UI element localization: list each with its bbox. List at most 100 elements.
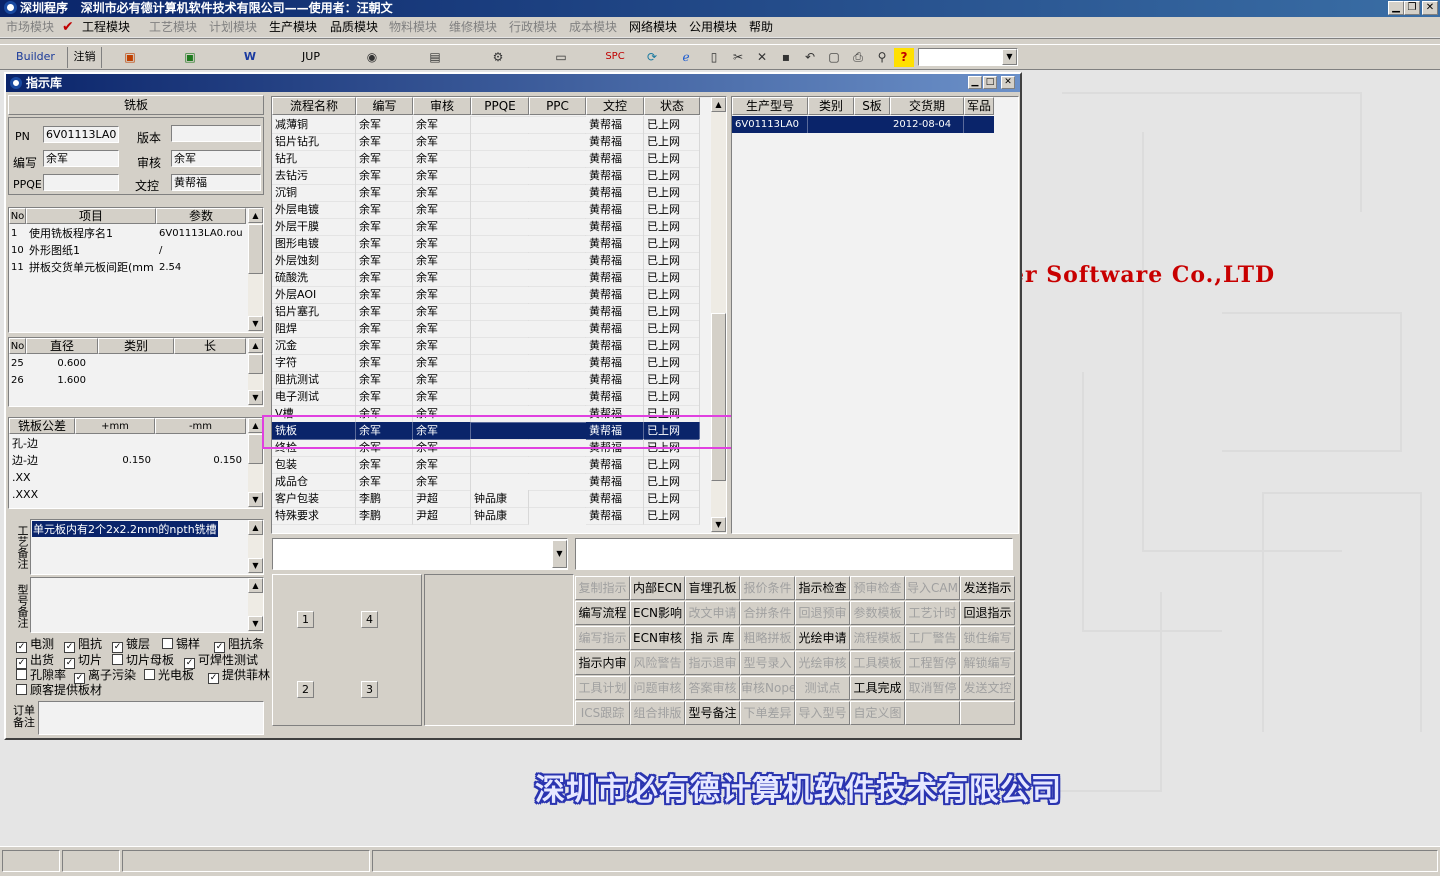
checkbox-3[interactable]: 锡样 — [162, 637, 200, 651]
model-row[interactable]: 6V01113LA0 2012-08-04 — [732, 116, 994, 133]
scroll-down-icon[interactable]: ▼ — [248, 616, 263, 631]
scroll-thumb[interactable] — [711, 313, 726, 481]
table-row[interactable]: 1 使用铣板程序名1 6V01113LA0.rou — [9, 225, 247, 242]
action-button-33[interactable]: 问题审核 — [630, 676, 685, 700]
process-row[interactable]: 成品仓 余军 余军 黄帮福 已上网 — [272, 473, 700, 491]
scroll-thumb[interactable] — [248, 434, 263, 464]
close-icon[interactable]: ✕ — [1422, 1, 1438, 15]
logout-button[interactable]: 注销 — [68, 47, 102, 68]
checkbox-13[interactable]: 顾客提供板材 — [16, 683, 102, 697]
action-button-5[interactable]: 预审检查 — [850, 576, 905, 600]
process-row[interactable]: 外层蚀刻 余军 余军 黄帮福 已上网 — [272, 252, 700, 270]
action-button-15[interactable]: 回退指示 — [960, 601, 1015, 625]
scroll-down-icon[interactable]: ▼ — [248, 316, 263, 331]
table-row[interactable]: 边-边 0.150 0.150 — [9, 452, 247, 469]
reviewer-field[interactable]: 余军 — [171, 150, 261, 167]
menu-market[interactable]: 市场模块 — [6, 17, 54, 37]
toolbar-combo[interactable]: ▼ — [918, 48, 1018, 66]
eye-icon[interactable]: ◉ — [362, 48, 382, 67]
printer-fax-icon[interactable]: ▭ — [551, 48, 571, 67]
checkbox-box[interactable] — [112, 654, 123, 665]
process-note-field[interactable]: 单元板内有2个2x2.2mm的npth铣槽 ▲ ▼ — [30, 519, 264, 575]
action-button-43[interactable]: 下单差异 — [740, 701, 795, 725]
action-button-16[interactable]: 编写指示 — [575, 626, 630, 650]
process-row[interactable]: 外层干膜 余军 余军 黄帮福 已上网 — [272, 218, 700, 236]
action-button-44[interactable]: 导入型号 — [795, 701, 850, 725]
action-button-39[interactable]: 发送文控 — [960, 676, 1015, 700]
action-button-22[interactable]: 工厂警告 — [905, 626, 960, 650]
layer-button-2[interactable]: 2 — [297, 681, 314, 698]
table-row[interactable]: 孔-边 — [9, 435, 247, 452]
checkbox-box[interactable] — [162, 638, 173, 649]
process-row[interactable]: 沉铜 余军 余军 黄帮福 已上网 — [272, 184, 700, 202]
chevron-down-icon[interactable]: ▼ — [1002, 49, 1017, 65]
scroll-up-icon[interactable]: ▲ — [248, 578, 263, 593]
checkbox-box[interactable] — [16, 669, 27, 680]
doc-field[interactable]: 黄帮福 — [171, 174, 261, 191]
scroll-down-icon[interactable]: ▼ — [248, 492, 263, 507]
scroll-down-icon[interactable]: ▼ — [248, 390, 263, 405]
checkbox-5[interactable]: ✓ 出货 — [16, 653, 54, 669]
action-button-37[interactable]: 工具完成 — [850, 676, 905, 700]
menu-production[interactable]: 生产模块 — [269, 17, 317, 37]
checkbox-box[interactable]: ✓ — [208, 673, 219, 684]
checkbox-box[interactable]: ✓ — [16, 642, 27, 653]
save-icon[interactable]: ▪ — [776, 48, 796, 67]
action-button-42[interactable]: 型号备注 — [685, 701, 740, 725]
action-button-27[interactable]: 型号录入 — [740, 651, 795, 675]
menu-material[interactable]: 物料模块 — [389, 17, 437, 37]
checkbox-7[interactable]: 切片母板 — [112, 653, 174, 667]
find-icon[interactable]: ⚲ — [872, 48, 892, 67]
action-button-21[interactable]: 流程模板 — [850, 626, 905, 650]
version-field[interactable] — [171, 125, 261, 142]
process-row[interactable]: 特殊要求 李鹏 尹超 钟品康 黄帮福 已上网 — [272, 507, 700, 525]
menu-process[interactable]: 工艺模块 — [149, 17, 197, 37]
editor-field[interactable]: 余军 — [43, 150, 119, 167]
menu-cost[interactable]: 成本模块 — [569, 17, 617, 37]
table-row[interactable]: .XX — [9, 469, 247, 486]
process-row[interactable]: 外层AOI 余军 余军 黄帮福 已上网 — [272, 286, 700, 304]
process-row[interactable]: 钻孔 余军 余军 黄帮福 已上网 — [272, 150, 700, 168]
action-button-36[interactable]: 测试点 — [795, 676, 850, 700]
word-icon[interactable]: W — [240, 48, 260, 67]
params-scrollbar[interactable]: ▲ ▼ — [248, 208, 263, 332]
layer-button-1[interactable]: 1 — [297, 611, 314, 628]
checkbox-2[interactable]: ✓ 镀层 — [112, 637, 150, 653]
process-row[interactable]: 沉金 余军 余军 黄帮福 已上网 — [272, 337, 700, 355]
action-button-4[interactable]: 指示检查 — [795, 576, 850, 600]
spc-button[interactable]: SPC — [598, 47, 632, 68]
help-icon[interactable]: ? — [894, 48, 914, 67]
action-button-30[interactable]: 工程暂停 — [905, 651, 960, 675]
scroll-up-icon[interactable]: ▲ — [248, 520, 263, 535]
action-button-32[interactable]: 工具计划 — [575, 676, 630, 700]
table-row[interactable]: .XXX — [9, 486, 247, 503]
checkbox-10[interactable]: ✓ 离子污染 — [74, 668, 136, 684]
action-button-35[interactable]: 审核Nope — [740, 676, 795, 700]
action-button-41[interactable]: 组合排版 — [630, 701, 685, 725]
tolerance-scrollbar[interactable]: ▲ ▼ — [248, 418, 263, 508]
menu-admin[interactable]: 行政模块 — [509, 17, 557, 37]
scroll-thumb[interactable] — [248, 224, 263, 274]
action-button-29[interactable]: 工具模板 — [850, 651, 905, 675]
model-note-scrollbar[interactable]: ▲ ▼ — [248, 578, 263, 632]
action-button-8[interactable]: 编写流程 — [575, 601, 630, 625]
undo-icon[interactable]: ↶ — [800, 48, 820, 67]
action-button-28[interactable]: 光绘审核 — [795, 651, 850, 675]
process-row[interactable]: 去钻污 余军 余军 黄帮福 已上网 — [272, 167, 700, 185]
menu-engineering[interactable]: 工程模块 — [82, 17, 130, 37]
menu-network[interactable]: 网络模块 — [629, 17, 677, 37]
process-row[interactable]: 图形电镀 余军 余军 黄帮福 已上网 — [272, 235, 700, 253]
action-button-34[interactable]: 答案审核 — [685, 676, 740, 700]
action-button-1[interactable]: 内部ECN — [630, 576, 685, 600]
process-scrollbar[interactable]: ▲ ▼ — [711, 97, 726, 533]
scroll-up-icon[interactable]: ▲ — [711, 97, 726, 112]
memo-field[interactable] — [575, 538, 1013, 570]
process-row[interactable]: 包装 余军 余军 黄帮福 已上网 — [272, 456, 700, 474]
layer-button-3[interactable]: 3 — [361, 681, 378, 698]
window-minimize-icon[interactable]: ▁ — [968, 76, 982, 89]
checkbox-8[interactable]: ✓ 可焊性测试 — [184, 653, 258, 669]
excel-icon[interactable]: ▣ — [180, 48, 200, 67]
checkbox-box[interactable] — [16, 684, 27, 695]
action-button-11[interactable]: 合拼条件 — [740, 601, 795, 625]
menu-help[interactable]: 帮助 — [749, 17, 773, 37]
